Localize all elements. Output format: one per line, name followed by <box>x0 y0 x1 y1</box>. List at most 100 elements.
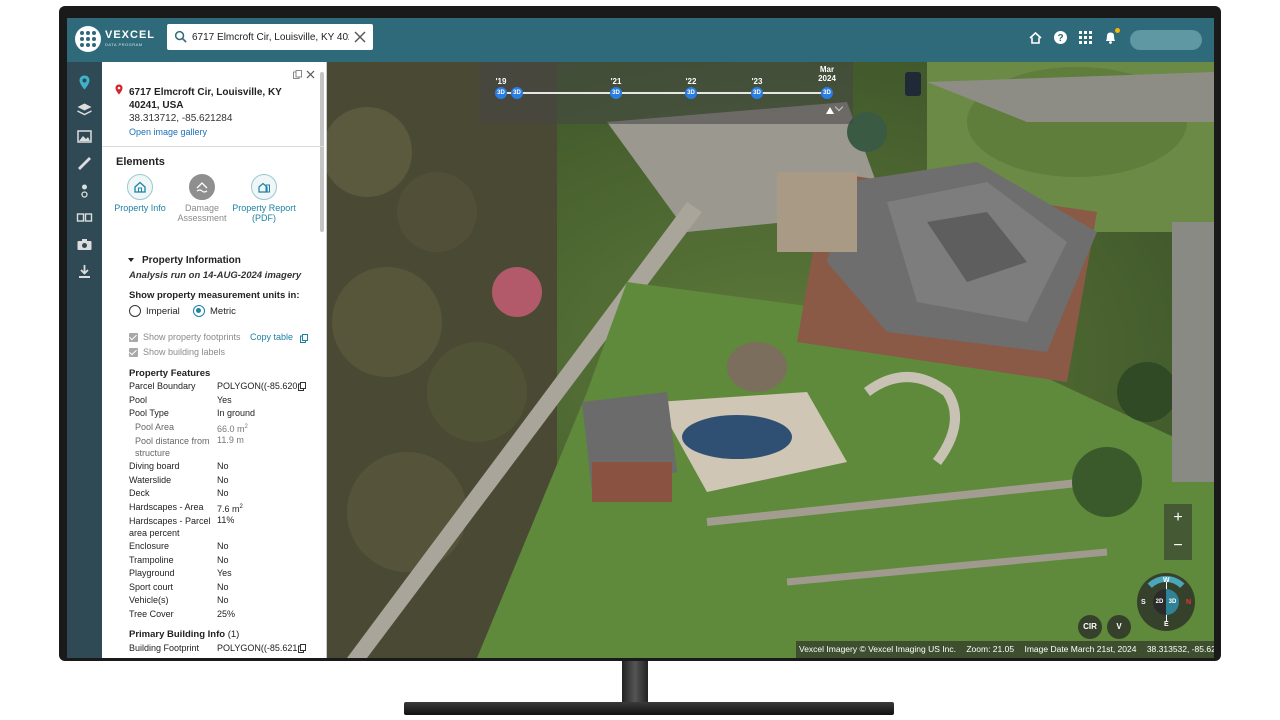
timeline-expand-chevron-icon[interactable] <box>834 102 844 112</box>
zoom-out-button[interactable]: − <box>1164 532 1192 560</box>
property-report-button[interactable]: Property Report (PDF) <box>232 174 296 223</box>
timeline-3d-node[interactable]: 3D <box>610 87 622 99</box>
open-image-gallery-link[interactable]: Open image gallery <box>129 127 207 137</box>
feature-row: Deck No <box>129 487 319 501</box>
property-information-heading[interactable]: Property Information <box>142 255 241 266</box>
feature-value-text: 25% <box>217 608 236 619</box>
layers-icon[interactable] <box>76 101 93 118</box>
compass-west: W <box>1163 577 1170 584</box>
map-attribution-bar: Vexcel Imagery © Vexcel Imaging US Inc. … <box>796 641 1214 658</box>
help-icon[interactable]: ? <box>1053 30 1068 45</box>
monitor-stand-base <box>404 702 894 715</box>
vertical-view-button[interactable]: V <box>1107 615 1131 639</box>
zoom-in-button[interactable]: + <box>1164 504 1192 532</box>
property-address: 6717 Elmcroft Cir, Louisville, KY 40241,… <box>129 87 282 111</box>
property-report-label: Property Report (PDF) <box>232 203 296 223</box>
camera-icon[interactable] <box>76 236 93 253</box>
feature-value-text: POLYGON((-85.621 <box>217 643 297 653</box>
copy-table-icon[interactable] <box>300 334 308 343</box>
damage-assessment-button[interactable]: Damage Assessment <box>170 174 234 223</box>
feature-value-text: In ground <box>217 408 256 418</box>
feature-key: Hardscapes - Area <box>129 501 204 512</box>
feature-value: No <box>217 487 297 501</box>
timeline-year-label: '19 <box>495 77 507 86</box>
compass-east: E <box>1164 621 1169 628</box>
feature-key: Building Footprint <box>129 643 200 653</box>
feature-key: Pool Area <box>135 421 175 432</box>
left-tool-rail <box>67 62 102 658</box>
copy-parcel-icon[interactable] <box>298 382 306 391</box>
feature-value: No <box>217 581 297 595</box>
brand-name: VEXCEL <box>105 29 156 41</box>
feature-value: Yes <box>217 567 297 581</box>
svg-text:?: ? <box>1057 33 1063 44</box>
unit-metric-radio[interactable]: Metric <box>193 305 236 317</box>
unit-superscript: 2 <box>244 423 248 430</box>
copy-footprint-icon[interactable] <box>298 644 306 653</box>
feature-value: Yes <box>217 656 297 659</box>
imagery-attribution: Vexcel Imagery © Vexcel Imaging US Inc. <box>799 644 956 654</box>
feature-row: Waterslide No <box>129 474 319 488</box>
bell-icon[interactable] <box>1103 28 1120 45</box>
app-screen: VEXCEL DATA PROGRAM ? 6717 Elmcroft Cir <box>67 18 1214 658</box>
close-panel-icon[interactable] <box>306 70 315 79</box>
feature-value: No <box>217 554 297 568</box>
search-input[interactable] <box>192 28 349 46</box>
map-pin-icon <box>115 84 123 95</box>
home-icon[interactable] <box>1028 30 1043 45</box>
panel-scrollbar[interactable] <box>320 72 324 232</box>
feature-key: Vehicle(s) <box>129 595 169 605</box>
timeline-year-label: Mar 2024 <box>818 65 836 83</box>
aerial-map[interactable] <box>327 62 1214 658</box>
feature-key: Pool distance from structure <box>135 436 210 458</box>
timeline-3d-node[interactable]: 3D <box>495 87 507 99</box>
property-info-button[interactable]: Property Info <box>108 174 172 213</box>
vexcel-logo[interactable] <box>75 26 101 52</box>
location-pin-icon[interactable] <box>76 74 93 91</box>
feature-value-text: No <box>217 541 229 551</box>
feature-value-text: No <box>217 595 229 605</box>
cir-button[interactable]: CIR <box>1078 615 1102 639</box>
image-icon[interactable] <box>76 128 93 145</box>
apps-grid-icon[interactable] <box>1078 30 1093 45</box>
unit-superscript: 2 <box>239 503 243 510</box>
copy-icon[interactable] <box>293 70 302 79</box>
feature-row: Enclosure No <box>129 540 319 554</box>
units-heading: Show property measurement units in: <box>129 290 300 301</box>
feature-value-text: No <box>217 488 229 498</box>
timeline-3d-node[interactable]: 3D <box>685 87 697 99</box>
download-icon[interactable] <box>76 263 93 280</box>
imagery-timeline: '19 3D '21 3D '22 3D '23 3D Mar 2024 3D 3D <box>479 62 853 124</box>
feature-row: Pool Type In ground <box>129 407 319 421</box>
feature-value: POLYGON((-85.621 <box>217 642 297 656</box>
feature-row: Diving board No <box>129 460 319 474</box>
compass-control[interactable]: W S N E 2D 3D <box>1137 573 1195 631</box>
collapse-caret-icon[interactable] <box>128 258 134 262</box>
feature-value: Yes <box>217 394 297 408</box>
clear-search-icon[interactable] <box>353 30 367 44</box>
zoom-controls: + − <box>1164 504 1192 560</box>
timeline-3d-node[interactable]: 3D <box>751 87 763 99</box>
timeline-3d-node[interactable]: 3D <box>511 87 523 99</box>
ruler-icon[interactable] <box>76 155 93 172</box>
feature-value-text: 66.0 m <box>217 423 245 434</box>
feature-row: Building Footprint POLYGON((-85.621 <box>129 642 319 656</box>
compare-icon[interactable] <box>76 209 93 226</box>
compass-south: S <box>1141 599 1146 606</box>
primary-building-heading: Primary Building Info (1) <box>129 629 240 640</box>
feature-value-text: No <box>217 554 229 565</box>
feature-row: Primary StructureYes <box>129 656 319 659</box>
show-building-labels-checkbox[interactable]: Show building labels <box>129 347 225 357</box>
show-footprints-checkbox[interactable]: Show property footprints <box>129 332 241 342</box>
timeline-year-label: '21 <box>610 77 622 86</box>
feature-row: Parcel Boundary POLYGON((-85.620 <box>129 380 319 394</box>
panel-divider <box>102 146 324 147</box>
top-bar-icons: ? <box>1028 28 1120 45</box>
copy-table-link[interactable]: Copy table <box>250 332 293 342</box>
timeline-3d-node[interactable]: 3D <box>821 87 833 99</box>
sun-shadow-icon[interactable] <box>76 182 93 199</box>
unit-imperial-radio[interactable]: Imperial <box>129 305 180 317</box>
user-profile-button[interactable] <box>1130 30 1202 50</box>
image-date: Image Date March 21st, 2024 <box>1024 644 1137 654</box>
feature-value: No <box>217 460 297 474</box>
